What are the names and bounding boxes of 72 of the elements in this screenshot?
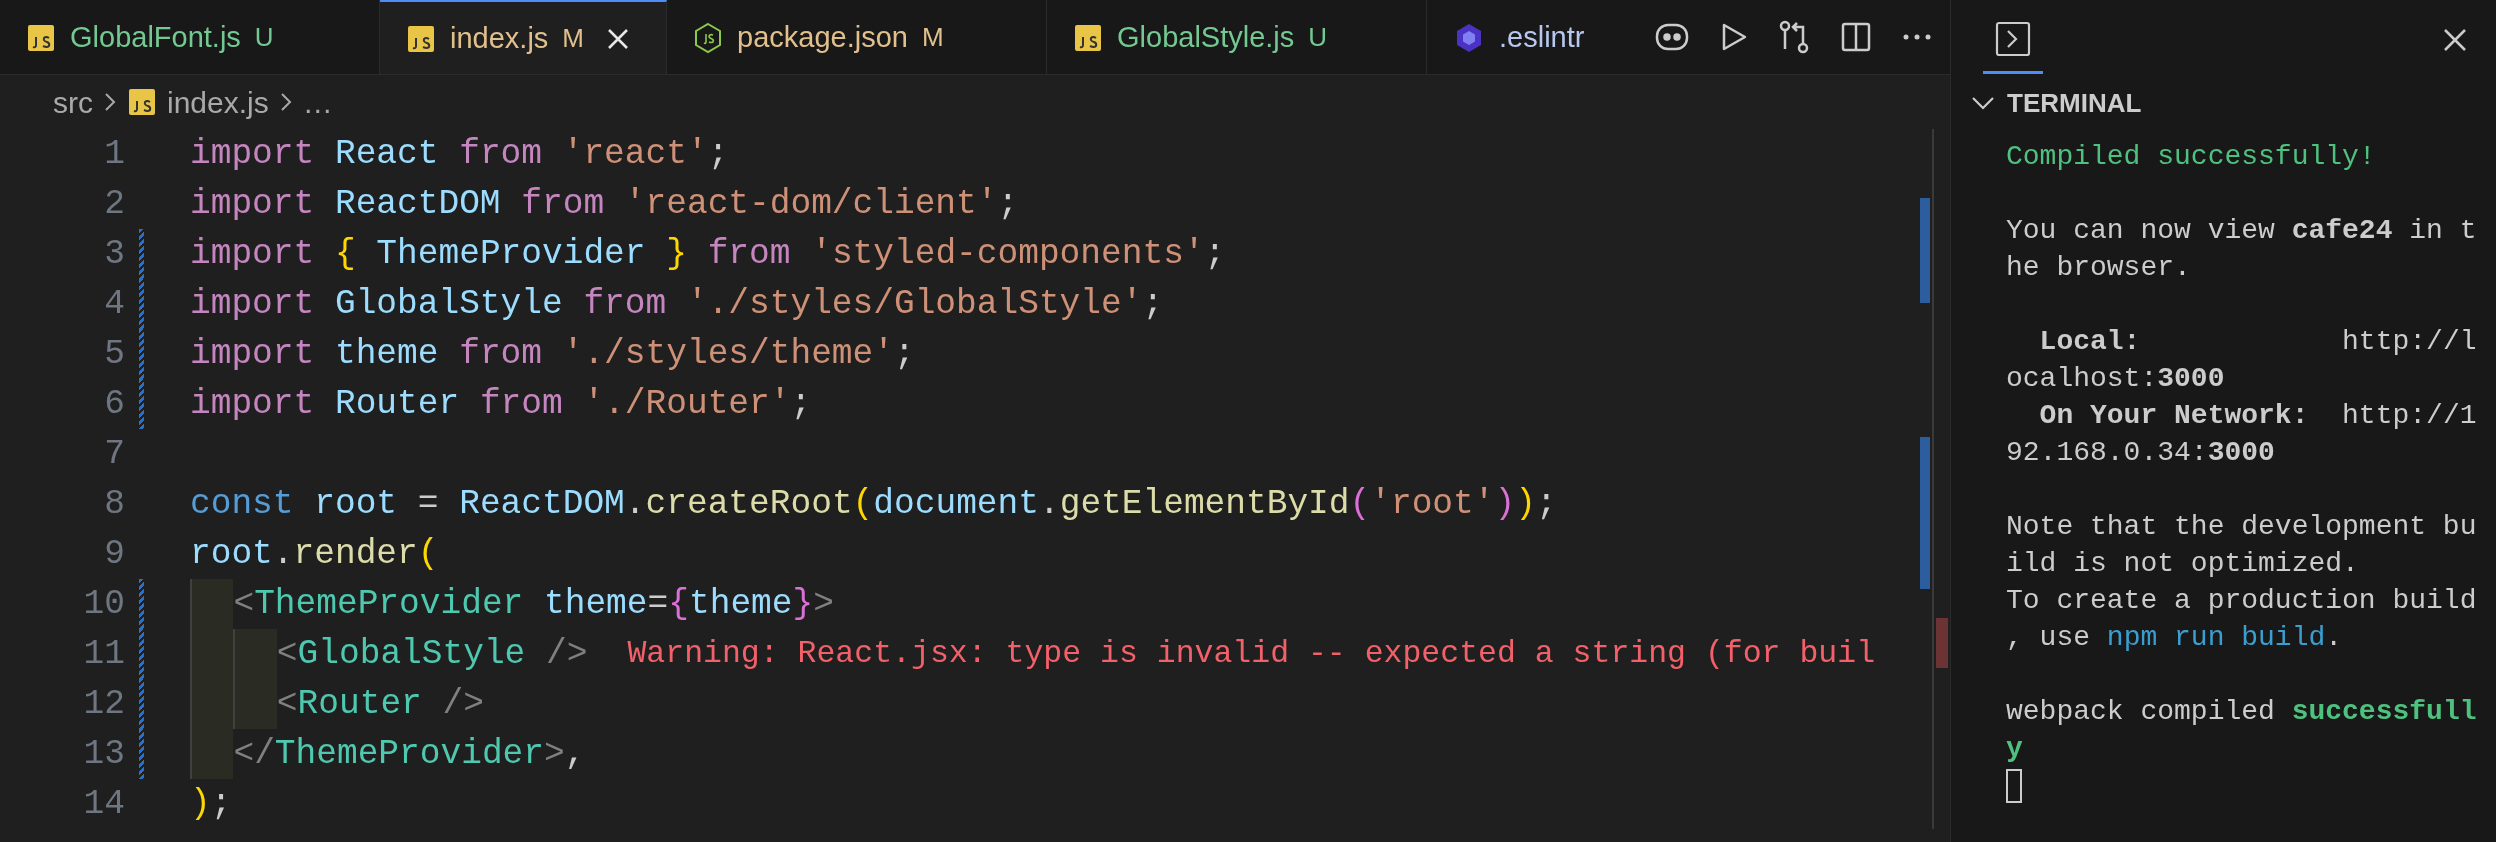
node-file-icon [693,21,723,54]
terminal-line: To create a production build [2006,585,2477,616]
terminal-line: , use npm run build. [2006,622,2343,653]
error-marker [1936,618,1948,668]
code-line: <ThemeProvider theme={theme}> [190,579,834,629]
breadcrumb-item[interactable]: src [53,79,93,125]
terminal-icon [1995,20,2031,57]
tab-label: GlobalStyle.js [1117,19,1295,55]
breadcrumb-more[interactable]: … [302,79,333,125]
line-number: 3 [103,233,125,275]
editor-tab[interactable]: index.js M [380,0,667,74]
line-number: 13 [82,733,125,775]
js-file-icon [127,87,157,117]
git-status-letter: U [254,21,274,54]
line-number: 8 [103,483,125,525]
terminal-line: y [2006,733,2023,764]
compare-changes-icon[interactable] [1778,19,1810,55]
git-status-letter: M [921,21,944,54]
terminal-cursor [2006,769,2022,803]
terminal-line: On Your Network: http://1 [2038,400,2477,431]
terminal-line: Local: http://l [2038,326,2477,357]
code-line: import React from 'react'; [190,133,729,175]
inline-warning: Warning: React.jsx: type is invalid -- expected a string (for buil [627,635,1876,673]
more-icon[interactable] [1902,33,1932,41]
tab-label: GlobalFont.js [70,19,241,55]
line-number: 4 [103,283,125,325]
code-line: <Router /> [190,679,484,729]
code-line: import Router from './Router'; [190,383,812,425]
line-number: 1 [103,133,125,175]
terminal-line: Compiled successfully! [2006,141,2376,172]
terminal-line: Note that the development bu [2006,511,2477,542]
section-title: TERMINAL [2007,86,2142,120]
js-file-icon [406,23,436,54]
tab-label: index.js [450,20,549,56]
tab-label: package.json [737,19,908,55]
code-line: import theme from './styles/theme'; [190,333,915,375]
terminal-line: 92.168.0.34:3000 [2006,437,2275,468]
close-icon[interactable] [2442,27,2468,53]
code-line: root.render( [190,533,439,575]
tab-label: .eslintr [1499,19,1585,55]
line-number: 6 [103,383,125,425]
code-line: import GlobalStyle from './styles/GlobalStyle'; [190,283,1164,325]
line-number: 7 [103,433,125,475]
code-line: </ThemeProvider>, [190,729,586,779]
breadcrumb-item[interactable]: index.js [167,79,269,125]
code-line: const root = ReactDOM.createRoot(document.getElementById('root')); [190,483,1557,525]
chevron-down-icon[interactable] [1971,96,1995,110]
terminal-line: webpack compiled successfull [2006,696,2477,727]
line-number: 5 [103,333,125,375]
run-icon[interactable] [1720,22,1748,52]
code-line: <GlobalStyle /> [190,629,588,679]
line-number: 10 [82,583,125,625]
split-editor-icon[interactable] [1840,21,1872,53]
code-line: import ReactDOM from 'react-dom/client'; [190,183,1019,225]
terminal-line: ild is not optimized. [2006,548,2359,579]
line-number: 2 [103,183,125,225]
chevron-right-icon [103,91,117,113]
code-line: import { ThemeProvider } from 'styled-components'; [190,233,1226,275]
js-file-icon [26,22,56,53]
line-number: 14 [82,783,125,825]
terminal-line: You can now view cafe24 in t [2006,215,2477,246]
chevron-right-icon [278,91,293,113]
close-icon[interactable] [606,26,630,51]
terminal-line: he browser. [2006,252,2191,283]
line-number: 11 [82,633,125,675]
line-number: 12 [82,683,125,725]
terminal-line: ocalhost:3000 [2006,363,2225,394]
git-status-letter: U [1308,21,1328,54]
line-number: 9 [103,533,125,575]
git-status-letter: M [562,22,584,55]
js-file-icon [1073,22,1103,53]
code-line: ); [190,783,232,825]
